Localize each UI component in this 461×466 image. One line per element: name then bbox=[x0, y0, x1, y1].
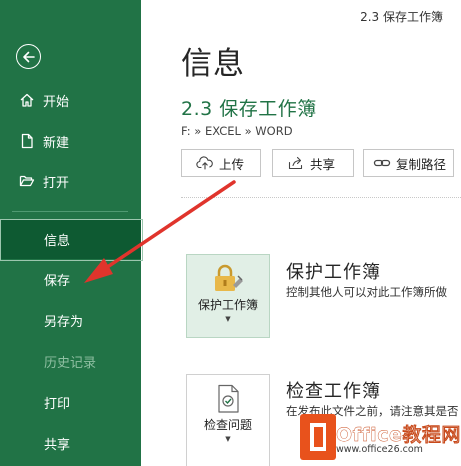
watermark-title: Office教程网 bbox=[336, 424, 461, 446]
watermark-url: www.office26.com bbox=[336, 444, 423, 455]
annotation-arrow bbox=[84, 180, 236, 283]
